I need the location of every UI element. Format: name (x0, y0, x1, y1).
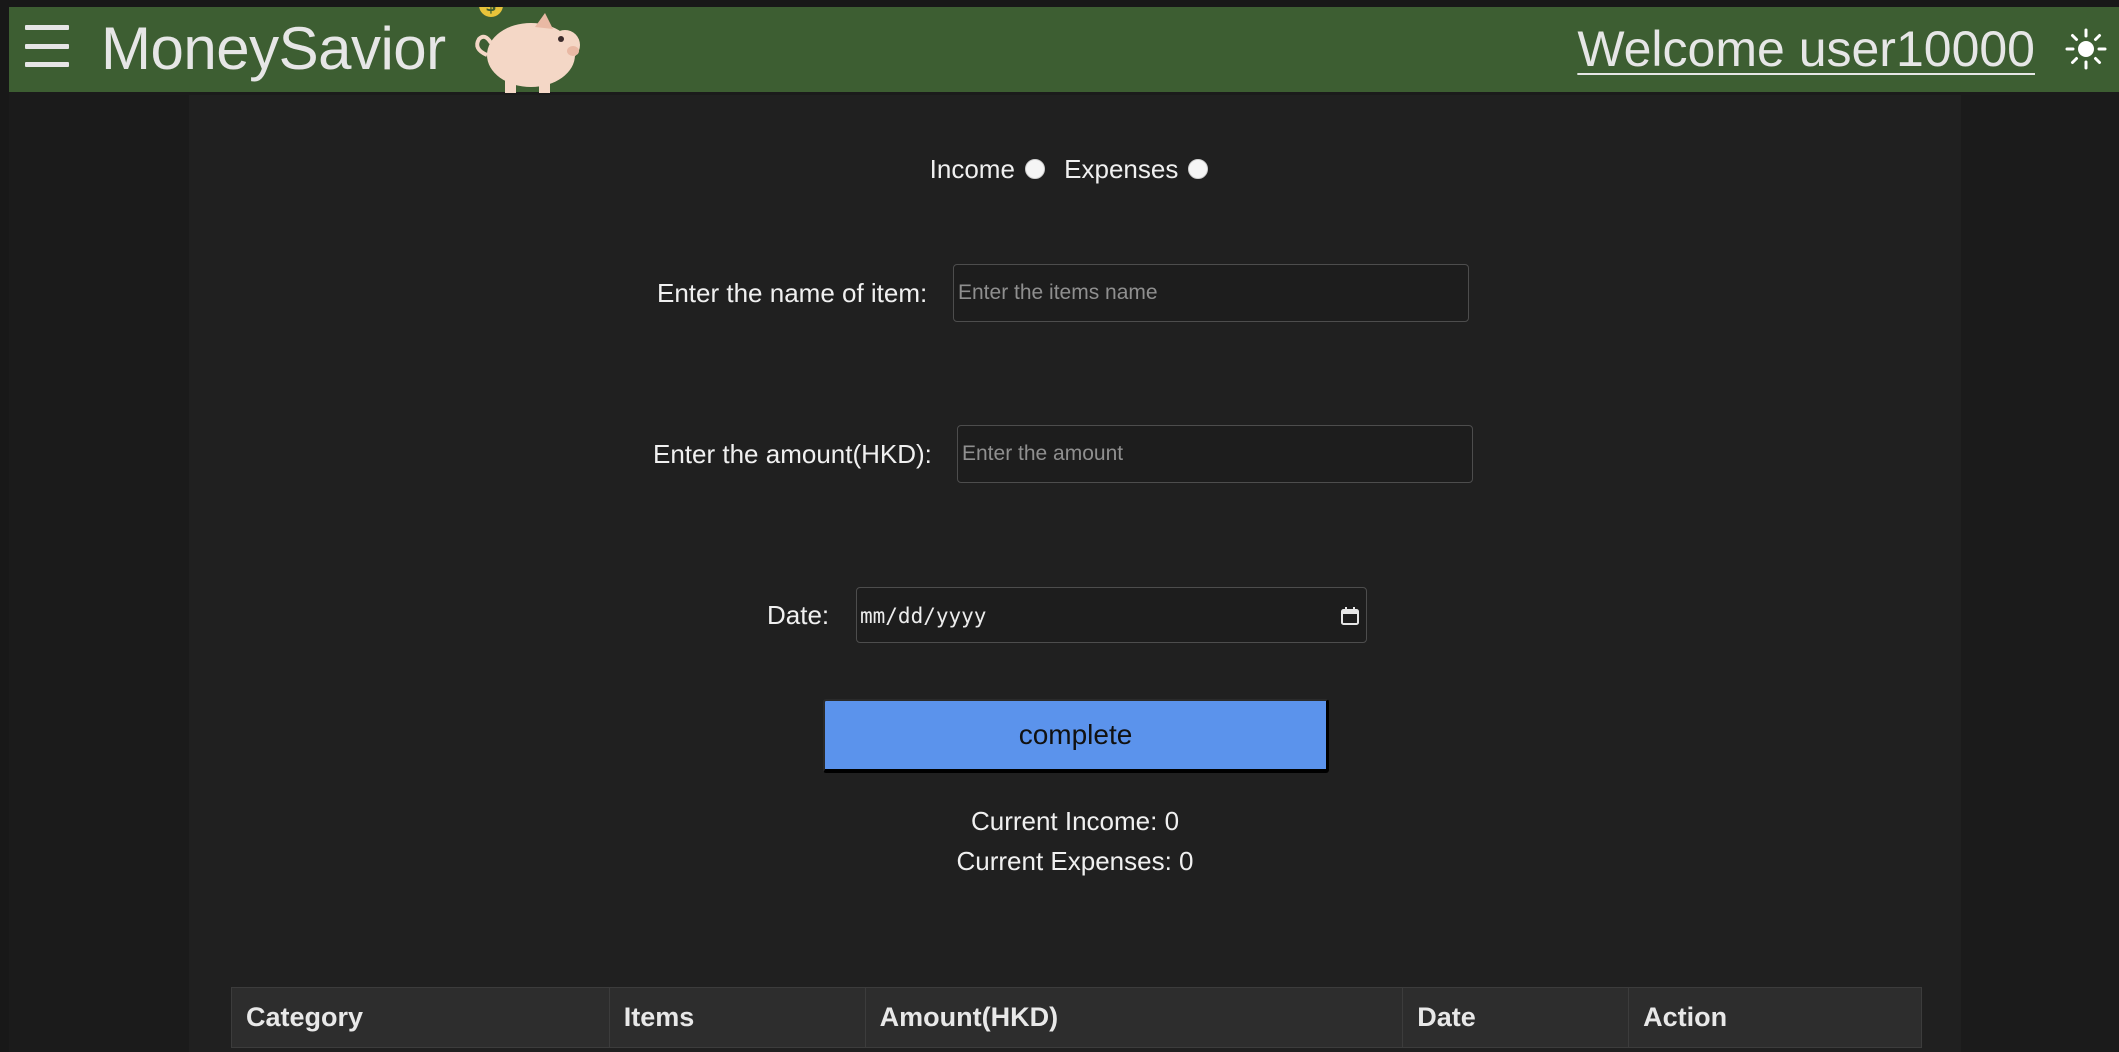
item-name-input[interactable] (953, 264, 1469, 322)
column-header-category[interactable]: Category (231, 987, 610, 1048)
income-option[interactable]: Income (930, 151, 1057, 187)
amount-row: Enter the amount(HKD): (189, 422, 1961, 486)
app-window: MoneySavior $ Welcome user10000 Income E… (9, 7, 2119, 1052)
navbar: MoneySavior $ Welcome user10000 (9, 7, 2119, 93)
column-header-date[interactable]: Date (1402, 987, 1630, 1048)
column-header-amount[interactable]: Amount(HKD) (864, 987, 1404, 1048)
item-name-row: Enter the name of item: (189, 261, 1961, 325)
date-placeholder: mm/dd/yyyy (860, 604, 987, 628)
welcome-link[interactable]: Welcome user10000 (1577, 17, 2035, 81)
transactions-table: Category Items Amount(HKD) Date Action (231, 987, 1922, 1048)
income-label: Income (929, 154, 1015, 184)
sun-icon[interactable] (2065, 28, 2107, 70)
hamburger-icon[interactable] (25, 21, 71, 71)
complete-button[interactable]: complete (823, 699, 1329, 773)
date-label: Date: (767, 600, 830, 630)
main-panel: Income Expenses Enter the name of item: … (189, 95, 1961, 1052)
item-name-label: Enter the name of item: (657, 278, 928, 308)
transaction-type-group: Income Expenses (189, 151, 1961, 187)
expenses-label: Expenses (1064, 154, 1179, 184)
table-header-row: Category Items Amount(HKD) Date Action (231, 987, 1922, 1048)
expenses-option[interactable]: Expenses (1064, 151, 1220, 187)
date-input[interactable]: mm/dd/yyyy (856, 587, 1367, 643)
column-header-action[interactable]: Action (1628, 987, 1922, 1048)
piggy-bank-icon: $ (475, 7, 580, 93)
amount-input[interactable] (957, 425, 1473, 483)
income-radio[interactable] (1024, 159, 1045, 179)
svg-text:$: $ (485, 7, 496, 15)
current-expenses: Current Expenses: 0 (956, 846, 1194, 876)
expenses-radio[interactable] (1188, 159, 1209, 179)
calendar-icon[interactable] (1340, 606, 1360, 626)
column-header-items[interactable]: Items (608, 987, 866, 1048)
date-row: Date: mm/dd/yyyy (189, 583, 1961, 647)
current-income: Current Income: 0 (970, 806, 1180, 836)
amount-label: Enter the amount(HKD): (653, 439, 932, 469)
brand-title: MoneySavior (101, 15, 446, 82)
